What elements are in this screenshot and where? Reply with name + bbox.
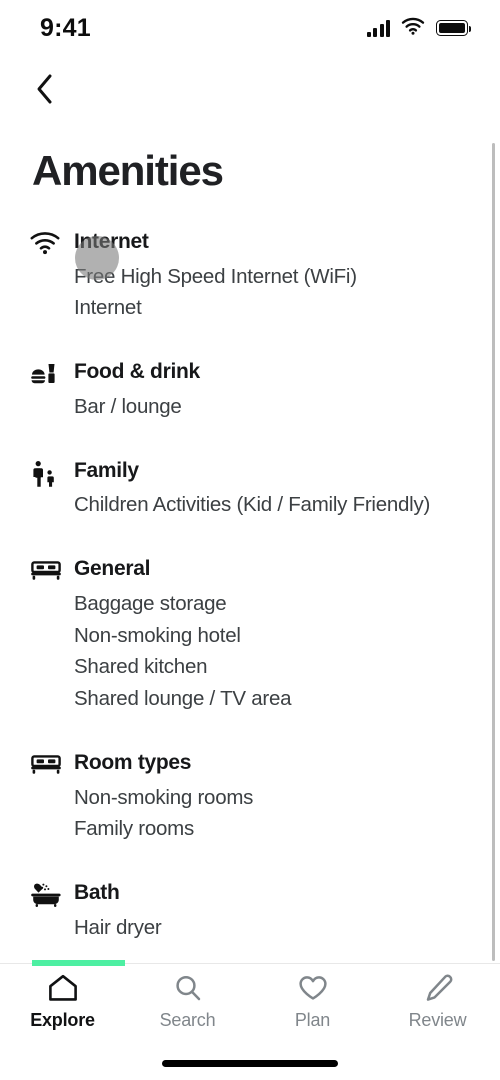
tab-label: Review — [408, 1010, 467, 1030]
status-bar: 9:41 — [0, 0, 500, 56]
bathtub-icon — [30, 879, 74, 943]
heart-icon — [297, 972, 329, 1004]
home-indicator — [162, 1060, 338, 1067]
status-bar-time: 9:41 — [40, 13, 91, 42]
amenity-section-body: Bath Hair dryer — [74, 879, 472, 943]
tab-plan[interactable]: Plan — [250, 972, 375, 1044]
amenity-section-body: Internet Free High Speed Internet (WiFi)… — [74, 228, 472, 324]
active-tab-accent-bar — [32, 960, 125, 966]
amenity-section-title: Bath — [74, 881, 120, 905]
amenities-scroll-area[interactable]: Amenities Internet Free High Speed Inter… — [0, 118, 500, 963]
tab-explore[interactable]: Explore — [0, 972, 125, 1044]
bottom-tab-bar: Explore Search Plan Review — [0, 960, 500, 1080]
tab-label: Plan — [294, 1010, 331, 1030]
bed-icon — [30, 555, 74, 715]
amenity-item: Non-smoking rooms — [74, 785, 254, 809]
tab-list: Explore Search Plan Review — [0, 964, 500, 1044]
amenity-item: Free High Speed Internet (WiFi) — [74, 264, 357, 288]
amenity-item: Shared lounge / TV area — [74, 687, 292, 711]
wifi-icon — [30, 228, 74, 324]
cellular-signal-icon — [366, 19, 390, 37]
amenity-item: Children Activities (Kid / Family Friend… — [74, 493, 431, 517]
page-title: Amenities — [32, 147, 224, 194]
tab-review[interactable]: Review — [375, 972, 500, 1044]
tap-indicator — [75, 236, 119, 280]
amenity-item: Hair dryer — [74, 915, 162, 939]
amenity-section-title: Family — [74, 458, 139, 482]
amenity-section-internet: Internet Free High Speed Internet (WiFi)… — [0, 228, 500, 324]
chevron-left-icon — [35, 73, 55, 110]
amenity-section-body: General Baggage storage Non-smoking hote… — [74, 555, 472, 715]
pencil-icon — [422, 972, 454, 1004]
amenity-section-body: Room types Non-smoking rooms Family room… — [74, 749, 472, 845]
amenity-item: Non-smoking hotel — [74, 623, 241, 647]
amenity-item: Family rooms — [74, 817, 195, 841]
amenity-item: Bar / lounge — [74, 394, 182, 418]
amenity-item: Internet — [74, 296, 142, 320]
food-drink-icon — [30, 358, 74, 422]
amenity-section-body: Family Children Activities (Kid / Family… — [74, 457, 472, 521]
amenity-section-food-drink: Food & drink Bar / lounge — [0, 358, 500, 422]
search-icon — [172, 972, 204, 1004]
home-icon — [47, 972, 79, 1004]
vertical-scrollbar[interactable] — [491, 143, 495, 961]
amenity-section-room-types: Room types Non-smoking rooms Family room… — [0, 749, 500, 845]
amenity-section-bath: Bath Hair dryer — [0, 879, 500, 943]
amenity-section-title: General — [74, 557, 151, 581]
amenity-section-body: Food & drink Bar / lounge — [74, 358, 472, 422]
back-button[interactable] — [22, 68, 68, 114]
amenity-item: Baggage storage — [74, 591, 227, 615]
amenity-section-family: Family Children Activities (Kid / Family… — [0, 457, 500, 521]
amenity-item: Shared kitchen — [74, 655, 208, 679]
family-icon — [30, 457, 74, 521]
battery-full-icon — [436, 20, 472, 36]
amenity-section-title: Room types — [74, 751, 192, 774]
amenity-section-title: Food & drink — [74, 360, 200, 384]
bed-icon — [30, 749, 74, 845]
wifi-icon — [401, 17, 425, 40]
phone-screen: 9:41 Amenities Free High Speed Internet … — [0, 0, 500, 1080]
tab-search[interactable]: Search — [125, 972, 250, 1044]
amenity-section-title: Internet — [74, 228, 472, 256]
tab-label: Explore — [30, 1010, 95, 1030]
amenities-section-list: Internet Free High Speed Internet (WiFi)… — [0, 192, 500, 944]
status-bar-icons — [366, 17, 472, 40]
amenity-section-general: General Baggage storage Non-smoking hote… — [0, 555, 500, 715]
tab-label: Search — [159, 1010, 216, 1030]
